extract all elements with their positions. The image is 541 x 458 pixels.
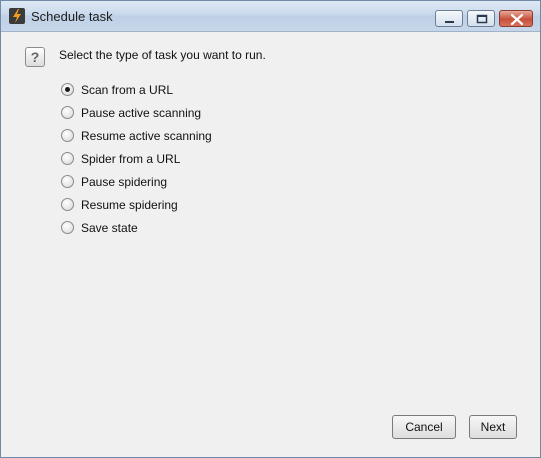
- schedule-task-window: Schedule task ? Select the type of task …: [0, 0, 541, 458]
- radio-button[interactable]: [61, 221, 74, 234]
- minimize-icon: [445, 21, 454, 23]
- radio-button[interactable]: [61, 175, 74, 188]
- prompt-text: Select the type of task you want to run.: [59, 48, 266, 62]
- option-scan-from-url[interactable]: Scan from a URL: [61, 78, 212, 101]
- option-label: Pause active scanning: [81, 105, 202, 120]
- close-icon: [510, 13, 524, 26]
- option-label: Pause spidering: [81, 174, 168, 189]
- option-resume-active-scanning[interactable]: Resume active scanning: [61, 124, 212, 147]
- radio-button[interactable]: [61, 198, 74, 211]
- task-type-options: Scan from a URL Pause active scanning Re…: [61, 78, 212, 239]
- option-label: Save state: [81, 220, 138, 235]
- lightning-app-icon: [9, 8, 25, 24]
- next-button[interactable]: Next: [469, 415, 517, 439]
- option-pause-spidering[interactable]: Pause spidering: [61, 170, 212, 193]
- title-bar[interactable]: Schedule task: [1, 1, 540, 32]
- option-resume-spidering[interactable]: Resume spidering: [61, 193, 212, 216]
- maximize-button[interactable]: [467, 10, 495, 27]
- option-label: Resume active scanning: [81, 128, 212, 143]
- option-label: Spider from a URL: [81, 151, 181, 166]
- radio-button[interactable]: [61, 152, 74, 165]
- radio-button[interactable]: [61, 83, 74, 96]
- cancel-button[interactable]: Cancel: [392, 415, 456, 439]
- option-pause-active-scanning[interactable]: Pause active scanning: [61, 101, 212, 124]
- option-save-state[interactable]: Save state: [61, 216, 212, 239]
- maximize-icon: [476, 14, 488, 24]
- option-spider-from-url[interactable]: Spider from a URL: [61, 147, 212, 170]
- radio-button[interactable]: [61, 106, 74, 119]
- dialog-content: ? Select the type of task you want to ru…: [1, 32, 540, 457]
- window-title: Schedule task: [31, 9, 113, 24]
- help-question-icon: ?: [25, 47, 45, 67]
- close-button[interactable]: [499, 10, 533, 27]
- option-label: Resume spidering: [81, 197, 178, 212]
- option-label: Scan from a URL: [81, 82, 174, 97]
- radio-button[interactable]: [61, 129, 74, 142]
- minimize-button[interactable]: [435, 10, 463, 27]
